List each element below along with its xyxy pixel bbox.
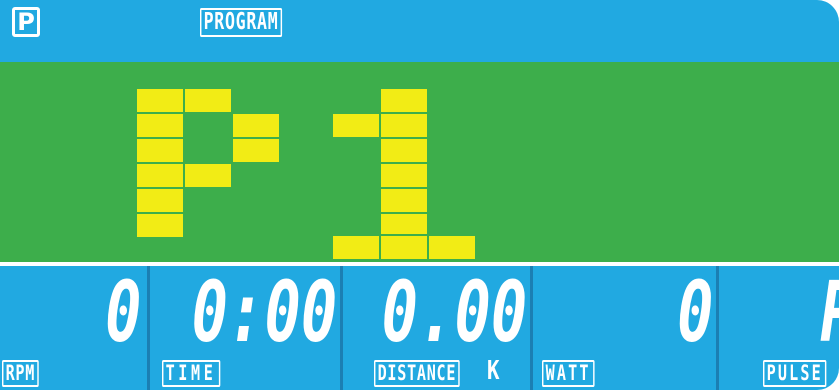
console-display: P PROGRAM 0 RPM 0:00 TIME 0.00 DISTANCE … [0,0,839,390]
watt-label: WATT [542,360,595,387]
program-digit-1 [331,87,477,261]
distance-unit: K [487,356,500,386]
readout-separator [530,266,533,390]
time-label: TIME [162,360,221,387]
program-logo-icon: P [12,7,40,37]
program-display-area [0,62,839,262]
readout-separator [716,266,719,390]
program-letter-p [135,87,281,239]
readout-separator [340,266,343,390]
header-bar: P PROGRAM [0,0,839,62]
rpm-value: 0 [105,263,142,361]
time-value: 0:00 [191,263,337,361]
readout-separator [147,266,150,390]
pulse-value: P [821,270,839,354]
pulse-label: PULSE [763,360,827,387]
distance-label: DISTANCE [374,360,460,387]
program-label: PROGRAM [200,8,283,37]
program-segment-display [135,87,477,261]
rpm-label: RPM [2,360,39,387]
readout-panel: 0 RPM 0:00 TIME 0.00 DISTANCE K 0 WATT P… [0,266,839,390]
watt-value: 0 [677,263,714,361]
distance-value: 0.00 [381,263,527,361]
